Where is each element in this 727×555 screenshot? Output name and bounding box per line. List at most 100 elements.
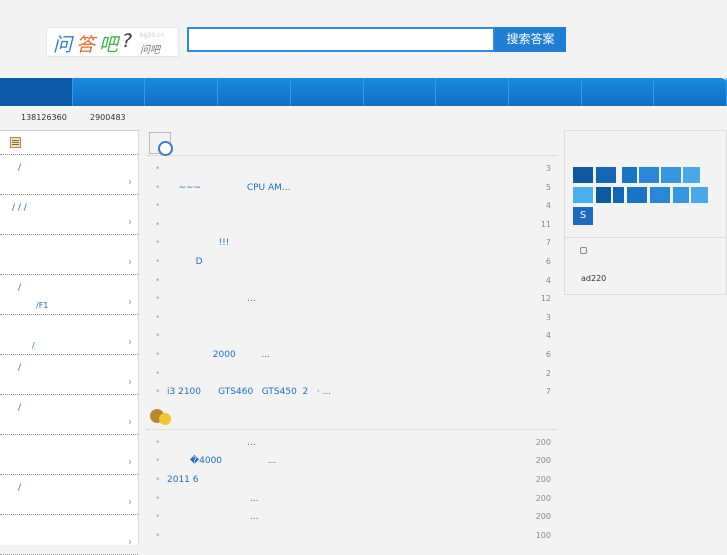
nav-item[interactable] — [73, 78, 146, 106]
question-row[interactable]: • !!! 7 — [147, 234, 557, 253]
question-row[interactable]: • 100 — [147, 527, 557, 546]
nav-item[interactable] — [291, 78, 364, 106]
tile[interactable] — [596, 187, 611, 203]
latest-questions-list: • 3 • ~~~ CPU AM... 5 • 4 • 11 • !!! 7 • D6 •… — [147, 160, 557, 402]
nav-item[interactable] — [145, 78, 219, 106]
chevron-right-icon: › — [128, 457, 132, 468]
question-row[interactable]: • 4 — [147, 272, 557, 291]
question-row[interactable]: • 4 — [147, 327, 557, 346]
category-title[interactable]: / / / — [12, 203, 27, 213]
question-row[interactable]: • ~~~ CPU AM... 5 — [147, 179, 557, 198]
question-link[interactable]: i3 2100 GTS460 GTS450 2 · ... — [167, 383, 331, 402]
question-row[interactable]: • 2011 6 200 — [147, 471, 557, 490]
sidebar-category[interactable]: / › — [0, 315, 138, 355]
tile[interactable] — [683, 167, 700, 183]
chevron-right-icon: › — [128, 257, 132, 268]
bullet-icon: • — [155, 349, 161, 360]
tile[interactable] — [673, 187, 689, 203]
question-row[interactable]: • �4000 ... 200 — [147, 452, 557, 471]
bullet-icon: • — [155, 201, 161, 212]
question-link[interactable]: !!! — [167, 234, 229, 253]
tile[interactable] — [650, 187, 670, 203]
nav-item[interactable] — [582, 78, 655, 106]
tile-s[interactable]: S — [573, 207, 593, 225]
question-link[interactable]: 2000 ... — [167, 346, 270, 365]
sidebar-category[interactable]: / › — [0, 475, 138, 515]
question-row[interactable]: • ... 12 — [147, 290, 557, 309]
calendar-icon — [10, 137, 21, 148]
tile[interactable] — [661, 167, 681, 183]
question-row[interactable]: • 2000 ... 6 — [147, 346, 557, 365]
sidebar-category[interactable]: / › — [0, 395, 138, 435]
chevron-right-icon: › — [128, 377, 132, 388]
nav-item-home[interactable] — [0, 78, 73, 106]
username[interactable]: ad220 — [581, 274, 606, 283]
question-row[interactable]: • 11 — [147, 216, 557, 235]
search-button[interactable]: 搜索答案 — [495, 27, 566, 52]
site-logo[interactable]: 问 答 吧 ? bg20.cn 问吧 — [46, 27, 179, 57]
tile[interactable] — [627, 187, 647, 203]
question-link[interactable]: D — [167, 253, 203, 272]
question-link[interactable]: 2011 6 — [167, 471, 199, 490]
stats-bar: 138126360 2900483 — [0, 106, 727, 128]
answer-count: 5 — [545, 182, 551, 192]
sidebar-category[interactable]: › — [0, 435, 138, 475]
sidebar-category[interactable]: › — [0, 515, 138, 555]
category-title[interactable]: / — [18, 283, 21, 293]
sidebar-category[interactable]: › — [0, 235, 138, 275]
bullet-icon: • — [155, 182, 161, 193]
nav-item[interactable] — [218, 78, 291, 106]
question-row[interactable]: • 4 — [147, 197, 557, 216]
chevron-right-icon: › — [128, 337, 132, 348]
question-link[interactable]: ... — [167, 290, 256, 309]
tile[interactable] — [691, 187, 708, 203]
tile[interactable] — [596, 167, 616, 183]
divider — [565, 237, 727, 238]
sidebar-category[interactable]: / /F1 › — [0, 275, 138, 315]
nav-item[interactable] — [364, 78, 437, 106]
search-input[interactable] — [187, 27, 495, 52]
question-link[interactable]: ... — [167, 508, 259, 527]
tile[interactable] — [639, 167, 659, 183]
category-title[interactable]: / — [18, 403, 21, 413]
logo-subtitle: 问吧 — [140, 45, 160, 56]
question-link[interactable]: �4000 ... — [167, 452, 277, 471]
answer-count: 7 — [545, 387, 551, 397]
sidebar-category[interactable]: / / / › — [0, 195, 138, 235]
bullet-icon: • — [155, 530, 161, 541]
category-sub[interactable]: / — [32, 341, 35, 350]
category-title[interactable]: / — [18, 163, 21, 173]
logo-char-2: 答 — [76, 34, 96, 56]
tile[interactable] — [622, 167, 637, 183]
logo-char-3: 吧 — [99, 34, 119, 56]
question-row[interactable]: • 2 — [147, 365, 557, 384]
category-title[interactable]: / — [18, 363, 21, 373]
category-sub[interactable]: /F1 — [36, 301, 48, 310]
question-row[interactable]: • 3 — [147, 309, 557, 328]
question-row[interactable]: • ... 200 — [147, 508, 557, 527]
sidebar-category[interactable]: / › — [0, 155, 138, 195]
nav-item[interactable] — [654, 78, 727, 106]
question-link[interactable]: ... — [167, 490, 259, 509]
money-bag-icon — [149, 404, 171, 426]
sidebar-category[interactable]: / › — [0, 355, 138, 395]
question-row[interactable]: • i3 2100 GTS460 GTS450 2 · ... 7 — [147, 383, 557, 402]
bullet-icon: • — [155, 312, 161, 323]
question-link[interactable]: ~~~ CPU AM... — [167, 179, 290, 198]
latest-questions-header — [147, 130, 557, 156]
bullet-icon: • — [155, 456, 161, 467]
question-row[interactable]: • D 6 — [147, 253, 557, 272]
nav-item[interactable] — [436, 78, 509, 106]
question-row[interactable]: • 3 — [147, 160, 557, 179]
logo-char-4: ? — [122, 30, 133, 52]
category-title[interactable]: / — [18, 483, 21, 493]
tile[interactable] — [573, 167, 593, 183]
tile[interactable] — [573, 187, 593, 203]
question-link[interactable]: ... — [167, 434, 256, 453]
question-row[interactable]: • ... 200 — [147, 434, 557, 453]
question-row[interactable]: • ... 200 — [147, 490, 557, 509]
reward-points: 200 — [535, 493, 551, 503]
tile[interactable] — [613, 187, 624, 203]
nav-item[interactable] — [509, 78, 582, 106]
right-panel: S ad220 — [564, 130, 727, 295]
